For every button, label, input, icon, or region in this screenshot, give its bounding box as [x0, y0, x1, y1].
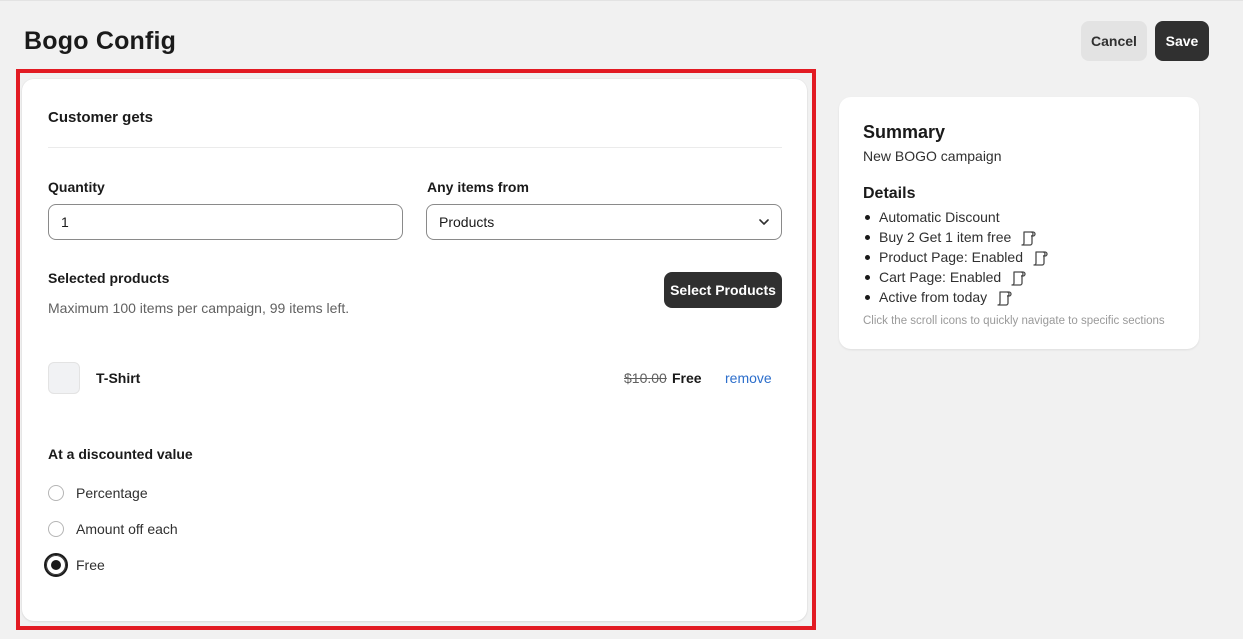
product-row: T-Shirt $10.00 Free remove	[48, 362, 782, 394]
product-original-price: $10.00	[624, 370, 667, 386]
details-item-text: Cart Page: Enabled	[879, 269, 1002, 285]
select-products-button[interactable]: Select Products	[664, 272, 782, 308]
details-item-text: Product Page: Enabled	[879, 249, 1023, 265]
card-title: Customer gets	[48, 109, 154, 126]
chevron-down-icon	[759, 219, 769, 225]
summary-title: Summary	[863, 122, 946, 142]
details-item: Active from today	[863, 287, 1049, 307]
radio-button[interactable]	[48, 485, 64, 501]
any-items-from-select[interactable]: Products	[426, 204, 782, 240]
scroll-icon[interactable]	[1031, 249, 1049, 267]
radio-button[interactable]	[48, 521, 64, 537]
divider	[48, 147, 782, 148]
details-item: Cart Page: Enabled	[863, 267, 1049, 287]
any-items-from-value: Products	[439, 214, 495, 230]
any-items-from-label: Any items from	[427, 179, 529, 195]
scroll-icon[interactable]	[1019, 229, 1037, 247]
details-title: Details	[863, 185, 916, 202]
quantity-label: Quantity	[48, 179, 105, 195]
selected-products-label: Selected products	[48, 270, 170, 286]
summary-hint: Click the scroll icons to quickly naviga…	[863, 315, 1165, 327]
radio-button-checked[interactable]	[44, 553, 68, 577]
scroll-icon[interactable]	[1009, 269, 1027, 287]
page: Bogo Config Cancel Save Customer gets Qu…	[0, 0, 1243, 639]
scroll-icon[interactable]	[995, 289, 1013, 307]
customer-gets-card: Customer gets Quantity 1 Any items from …	[22, 79, 807, 621]
summary-card: Summary New BOGO campaign Details Automa…	[839, 97, 1199, 349]
remove-product-link[interactable]: remove	[725, 370, 772, 386]
product-price: Free	[672, 370, 702, 386]
cancel-button[interactable]: Cancel	[1081, 21, 1147, 61]
page-title: Bogo Config	[24, 27, 177, 55]
product-name: T-Shirt	[96, 370, 141, 386]
radio-label: Amount off each	[76, 521, 178, 537]
discount-label: At a discounted value	[48, 446, 193, 462]
details-item-text: Automatic Discount	[879, 209, 1000, 225]
quantity-input[interactable]: 1	[48, 204, 403, 240]
radio-label: Percentage	[76, 485, 148, 501]
details-item-text: Buy 2 Get 1 item free	[879, 229, 1012, 245]
details-item: Buy 2 Get 1 item free	[863, 227, 1049, 247]
save-button[interactable]: Save	[1155, 21, 1209, 61]
details-list: Automatic Discount Buy 2 Get 1 item free…	[863, 207, 1049, 307]
summary-subtitle: New BOGO campaign	[863, 148, 1002, 164]
product-thumbnail	[48, 362, 80, 394]
selected-products-help: Maximum 100 items per campaign, 99 items…	[48, 300, 350, 316]
details-item: Product Page: Enabled	[863, 247, 1049, 267]
details-item: Automatic Discount	[863, 207, 1049, 227]
details-item-text: Active from today	[879, 289, 988, 305]
radio-label: Free	[76, 557, 105, 573]
